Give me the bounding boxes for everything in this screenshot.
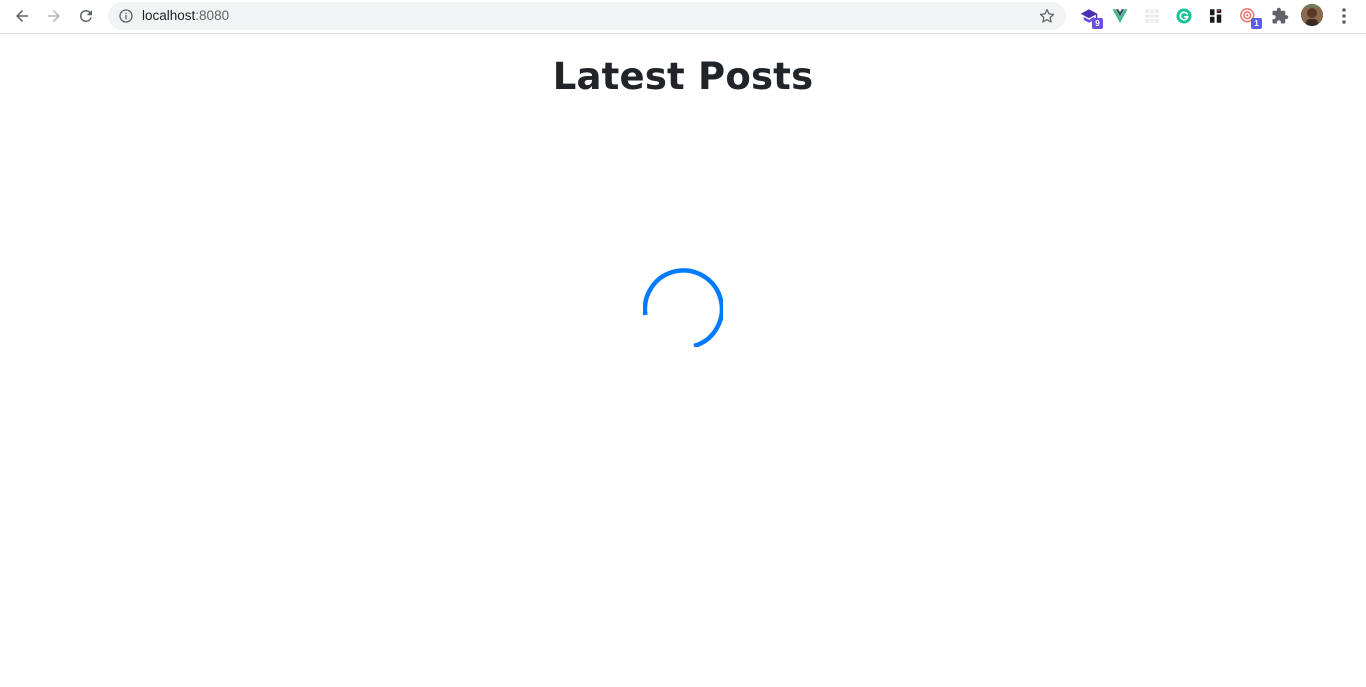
url-host: localhost — [142, 8, 196, 23]
vue-logo-icon — [1112, 9, 1128, 23]
address-bar[interactable]: localhost:8080 — [108, 2, 1066, 30]
extensions-menu-button[interactable] — [1269, 5, 1291, 27]
puzzle-icon — [1272, 7, 1289, 24]
url-text: localhost:8080 — [142, 8, 229, 24]
extension-badge: 9 — [1092, 18, 1103, 29]
extension-tiles[interactable] — [1205, 5, 1227, 27]
back-button[interactable] — [7, 2, 37, 30]
forward-button[interactable] — [39, 2, 69, 30]
grammarly-icon — [1176, 8, 1192, 24]
more-vert-icon[interactable] — [1334, 5, 1354, 27]
tiles-icon — [1210, 9, 1222, 23]
profile-avatar[interactable] — [1301, 4, 1323, 26]
loading-spinner — [643, 268, 723, 347]
extension-grammarly[interactable] — [1173, 5, 1195, 27]
bookmark-star-icon[interactable] — [1038, 7, 1056, 25]
reload-icon — [80, 9, 92, 22]
extension-target[interactable]: 1 — [1237, 5, 1262, 29]
avatar-icon — [1301, 4, 1323, 26]
extension-badge: 1 — [1251, 18, 1262, 29]
extension-cap[interactable]: 9 — [1078, 5, 1103, 29]
grid-icon — [1145, 9, 1159, 23]
extension-grid[interactable] — [1141, 5, 1163, 27]
page-title: Latest Posts — [552, 55, 814, 98]
info-icon[interactable] — [118, 8, 134, 24]
arrow-right-icon — [48, 10, 60, 22]
extension-vue-devtools[interactable] — [1109, 5, 1131, 27]
url-port: :8080 — [195, 8, 230, 23]
reload-button[interactable] — [71, 2, 101, 30]
browser-toolbar: localhost:8080 9 1 — [0, 0, 1366, 34]
arrow-left-icon — [16, 10, 28, 22]
